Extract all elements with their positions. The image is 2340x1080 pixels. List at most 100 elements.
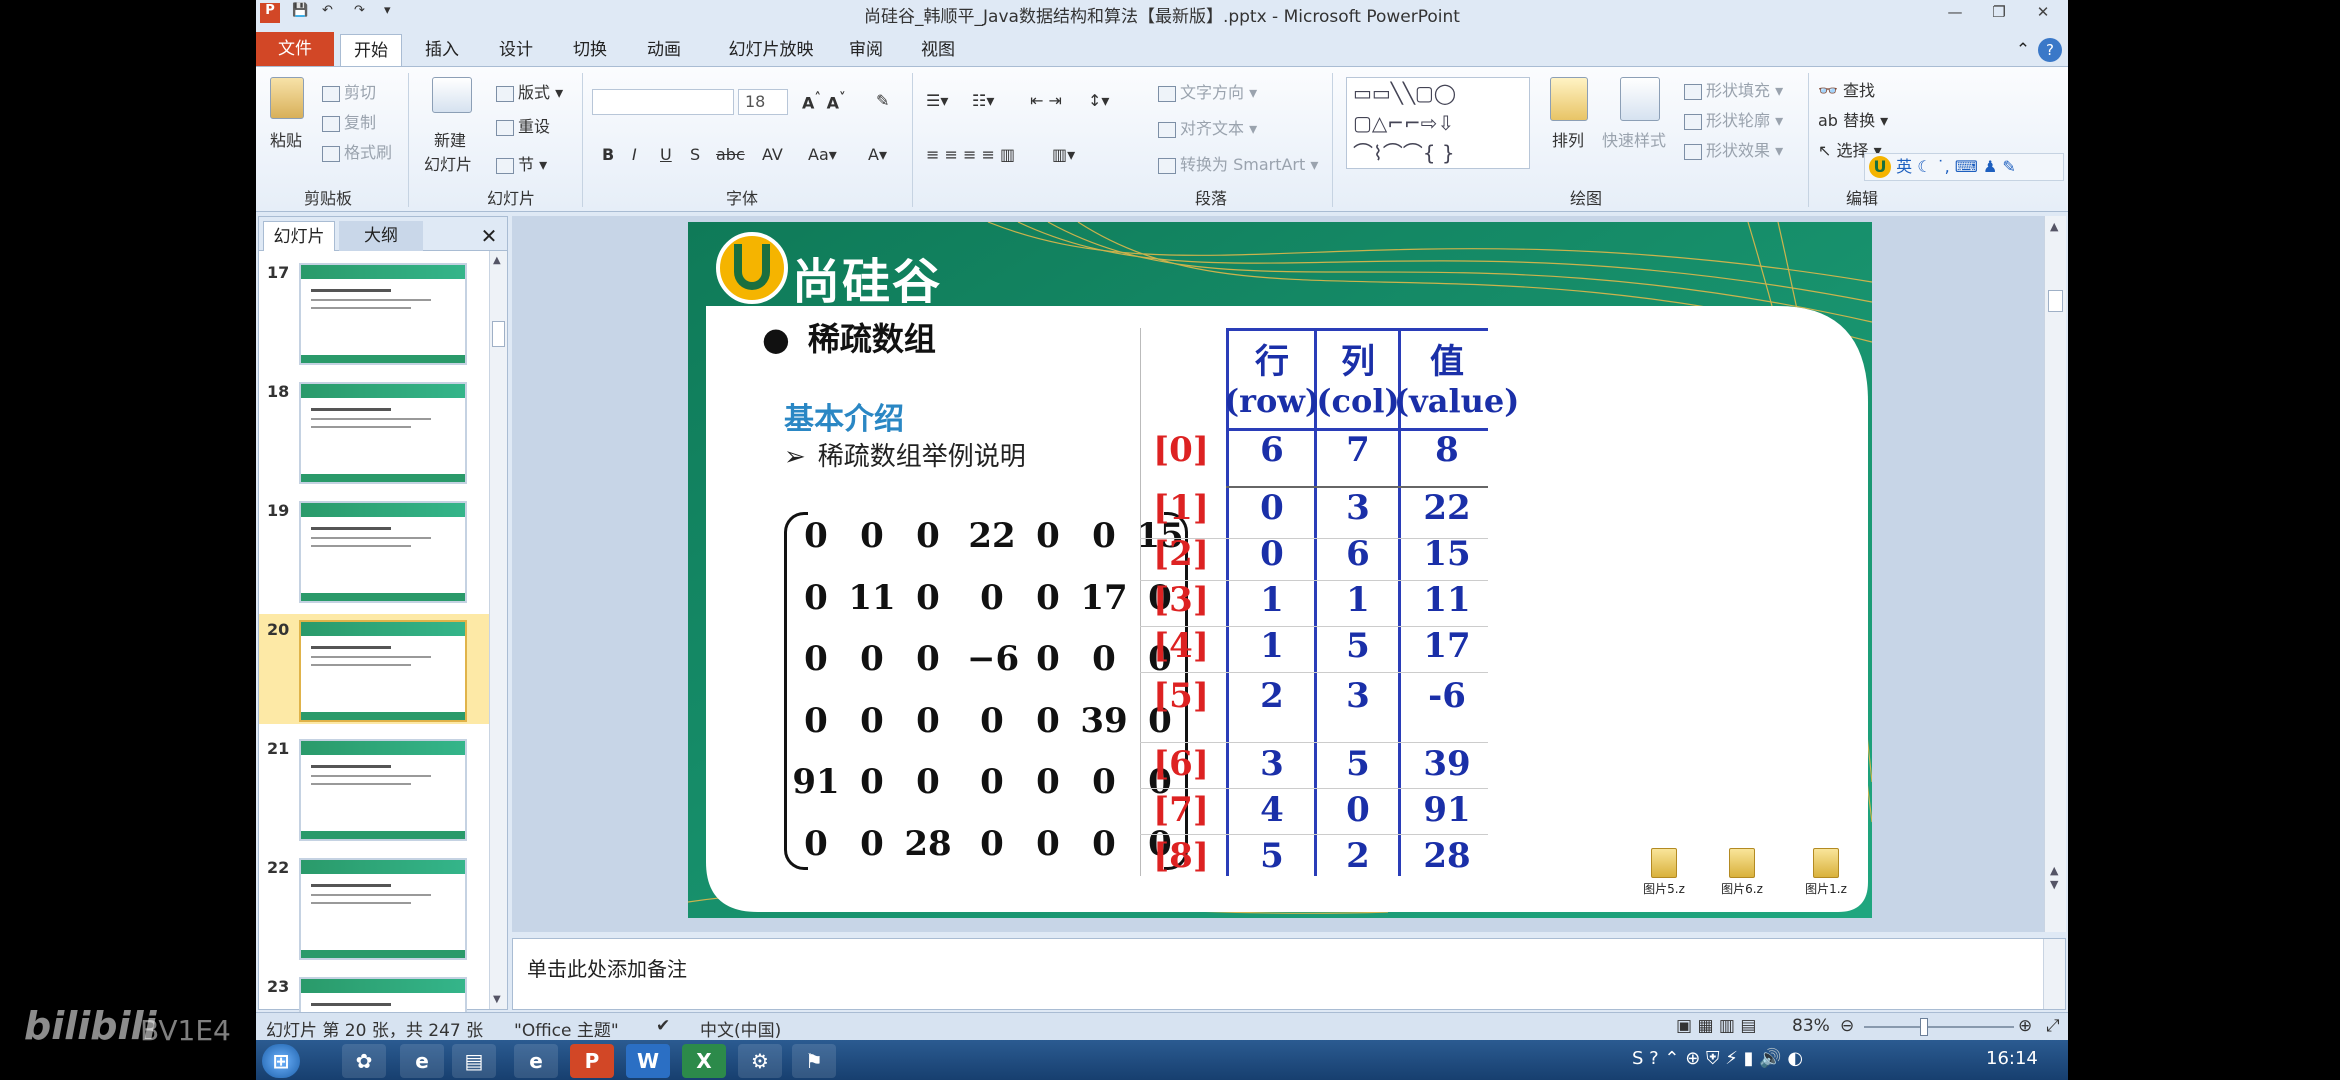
tab-animations[interactable]: 动画 (634, 34, 694, 66)
numbering-button[interactable]: ☷▾ (972, 91, 994, 110)
strikethrough-button[interactable]: abc (716, 145, 745, 164)
system-tray-icons[interactable]: S ? ⌃ ⊕ ⛨ ⚡ ▮ 🔊 ◐ (1632, 1048, 1803, 1069)
file-item[interactable]: 图片5.z (1634, 848, 1694, 908)
grow-font-button[interactable]: A˄ A˅ (802, 91, 846, 112)
file-item[interactable]: 图片1.z (1796, 848, 1856, 908)
close-panel-icon[interactable]: ✕ (475, 221, 503, 251)
indent-buttons[interactable]: ⇤ ⇥ (1030, 91, 1062, 110)
slide-preview[interactable] (299, 620, 467, 722)
line-spacing-button[interactable]: ↕▾ (1088, 91, 1109, 110)
slide-preview[interactable] (299, 739, 467, 841)
copy-button[interactable]: 复制 (322, 109, 376, 133)
arrange-button[interactable]: 排列 (1552, 127, 1584, 151)
restore-button[interactable]: ❐ (1984, 1, 2014, 23)
format-painter-button[interactable]: 格式刷 (322, 139, 392, 163)
taskbar-tool-icon[interactable]: ⚑ (792, 1044, 836, 1078)
scroll-down-icon[interactable]: ▼ (493, 994, 501, 1005)
slide-preview[interactable] (299, 858, 467, 960)
slide-preview[interactable] (299, 263, 467, 365)
notes-placeholder[interactable]: 单击此处添加备注 (527, 953, 687, 982)
tab-slideshow[interactable]: 幻灯片放映 (718, 34, 824, 66)
zoom-slider[interactable] (1864, 1026, 2014, 1028)
slide-thumbnail[interactable]: 19 (259, 495, 489, 605)
tab-transitions[interactable]: 切换 (560, 34, 620, 66)
start-button[interactable]: ⊞ (262, 1044, 300, 1078)
language-indicator[interactable]: 中文(中国) (700, 1016, 781, 1041)
notes-scrollbar[interactable] (2043, 939, 2065, 1009)
tab-home[interactable]: 开始 (340, 34, 402, 66)
slide-preview[interactable] (299, 501, 467, 603)
tab-file[interactable]: 文件 (256, 32, 334, 66)
zoom-slider-thumb[interactable] (1920, 1018, 1928, 1036)
scroll-up-icon[interactable]: ▲ (493, 255, 501, 266)
shape-fill-button[interactable]: 形状填充 ▾ (1684, 77, 1783, 101)
taskbar-excel-icon[interactable]: X (682, 1044, 726, 1078)
char-spacing-button[interactable]: AV (762, 145, 783, 164)
notes-pane[interactable]: 单击此处添加备注 (512, 938, 2066, 1010)
section-button[interactable]: 节 ▾ (496, 151, 547, 175)
paste-button[interactable]: 粘贴 (270, 127, 302, 151)
prev-next-slide-icons[interactable]: ▲ ▼ (2050, 864, 2058, 892)
reset-button[interactable]: 重设 (496, 113, 550, 137)
layout-button[interactable]: 版式 ▾ (496, 79, 563, 103)
new-slide-button[interactable]: 新建 (434, 127, 466, 151)
slide-thumbnail[interactable]: 18 (259, 376, 489, 486)
tab-slides[interactable]: 幻灯片 (263, 221, 335, 251)
font-name-input[interactable] (592, 89, 734, 115)
quick-styles-icon[interactable] (1620, 77, 1660, 121)
new-slide-icon[interactable] (432, 77, 472, 113)
arrange-icon[interactable] (1550, 77, 1588, 121)
fit-to-window-icon[interactable]: ⤢ (2046, 1016, 2060, 1036)
spellcheck-icon[interactable]: ✔ (656, 1016, 670, 1036)
font-color-button[interactable]: A▾ (868, 145, 887, 164)
taskbar-browser-icon[interactable]: e (514, 1044, 558, 1078)
minimize-button[interactable]: — (1940, 1, 1970, 23)
scroll-thumb[interactable] (2048, 290, 2063, 312)
paste-icon[interactable] (270, 77, 304, 119)
slide-thumbnail[interactable]: 22 (259, 852, 489, 962)
shapes-gallery[interactable]: ▭▭╲╲▢◯ ▢△⌐⌐⇨⇩ ⌒⌇⌒⌒{ } (1346, 77, 1530, 169)
tab-outline[interactable]: 大纲 (339, 221, 423, 251)
taskbar-ie-icon[interactable]: e (400, 1044, 444, 1078)
bold-button[interactable]: B (602, 145, 614, 164)
shape-effects-button[interactable]: 形状效果 ▾ (1684, 137, 1783, 161)
columns-button[interactable]: ▥▾ (1052, 145, 1075, 164)
help-icon[interactable]: ? (2038, 38, 2062, 62)
find-button[interactable]: 👓 查找 (1818, 77, 1875, 101)
tab-insert[interactable]: 插入 (412, 34, 472, 66)
quick-styles-button[interactable]: 快速样式 (1602, 127, 1666, 151)
taskbar-explorer-icon[interactable]: ▤ (452, 1044, 496, 1078)
file-item[interactable]: 图片6.z (1712, 848, 1772, 908)
ime-toolbar[interactable]: U 英 ☾ ˙, ⌨ ♟ ✎ (1864, 153, 2064, 181)
close-button[interactable]: ✕ (2028, 1, 2058, 23)
taskbar-app-icon[interactable]: ✿ (342, 1044, 386, 1078)
smartart-button[interactable]: 转换为 SmartArt ▾ (1158, 151, 1318, 175)
tab-view[interactable]: 视图 (908, 34, 968, 66)
taskbar-settings-icon[interactable]: ⚙ (738, 1044, 782, 1078)
align-text-button[interactable]: 对齐文本 ▾ (1158, 115, 1257, 139)
shape-outline-button[interactable]: 形状轮廓 ▾ (1684, 107, 1783, 131)
underline-button[interactable]: U (660, 145, 672, 164)
slide-thumbnail[interactable]: 20 (259, 614, 489, 724)
cut-button[interactable]: 剪切 (322, 79, 376, 103)
font-size-input[interactable]: 18 (738, 89, 788, 115)
zoom-level[interactable]: 83% (1792, 1016, 1830, 1036)
slide-preview[interactable] (299, 382, 467, 484)
new-slide-dropdown[interactable]: 幻灯片 (424, 151, 472, 175)
italic-button[interactable]: I (632, 145, 637, 164)
tab-review[interactable]: 审阅 (836, 34, 896, 66)
scroll-up-icon[interactable]: ▲ (2050, 220, 2058, 233)
clear-format-icon[interactable]: ✎ (876, 91, 889, 110)
minimize-ribbon-icon[interactable]: ⌃ (2012, 34, 2034, 66)
slide-thumbnail[interactable]: 17 (259, 257, 489, 367)
shadow-button[interactable]: S (690, 145, 700, 164)
scroll-thumb[interactable] (492, 321, 505, 347)
replace-button[interactable]: ab 替换 ▾ (1818, 107, 1888, 131)
taskbar-word-icon[interactable]: W (626, 1044, 670, 1078)
main-scrollbar[interactable]: ▲ ▲ ▼ (2044, 216, 2066, 932)
zoom-out-icon[interactable]: ⊖ (1840, 1016, 1854, 1036)
taskbar-powerpoint-icon[interactable]: P (570, 1044, 614, 1078)
zoom-in-icon[interactable]: ⊕ (2018, 1016, 2032, 1036)
bullets-button[interactable]: ☰▾ (926, 91, 948, 110)
text-direction-button[interactable]: 文字方向 ▾ (1158, 79, 1257, 103)
